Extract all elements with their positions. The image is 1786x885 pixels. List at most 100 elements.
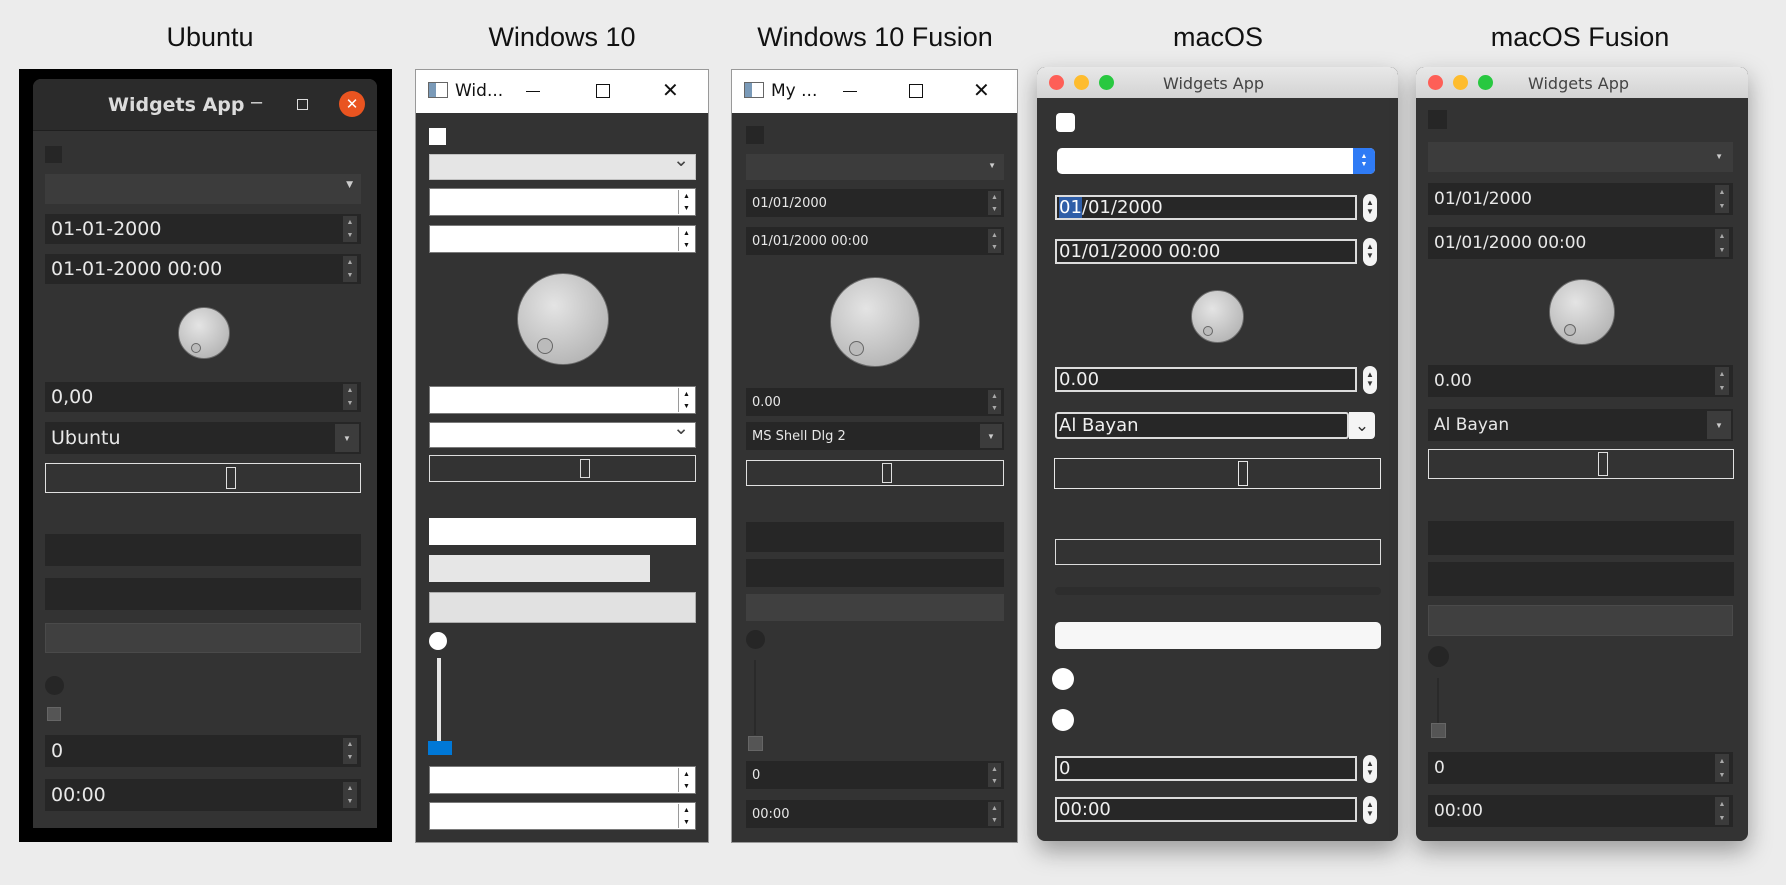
scrollbar-handle[interactable] [1238,461,1248,486]
push-button[interactable] [1055,622,1381,649]
date-edit[interactable]: 01/01/2000 [746,189,1004,217]
font-combo-box[interactable]: ⌄ [429,418,696,448]
date-spinner-icon[interactable]: ▲ ▼ [678,190,694,214]
time-spinner-icon[interactable]: ▲ ▼ [343,782,357,808]
double-spinner-icon[interactable]: ▲ ▼ [1363,366,1377,394]
datetime-edit[interactable]: 01/01/2000 00:00 [746,227,1004,255]
font-combo-box[interactable]: Ubuntu [45,422,361,454]
checkbox[interactable] [746,126,764,144]
vertical-slider-track[interactable] [1437,678,1439,723]
vertical-slider-handle[interactable] [428,741,452,755]
date-edit[interactable]: 01/01/2000 [1428,183,1733,215]
spinbox-spinner-icon[interactable]: ▲ ▼ [988,763,1001,787]
spin-box[interactable]: 0 [1055,756,1357,781]
minimize-icon[interactable] [1074,75,1089,90]
combo-box[interactable]: ▼ [45,174,361,204]
date-edit[interactable]: 01-01-2000 [45,214,361,244]
datetime-edit[interactable]: 01/01/2000 00:00 [1055,239,1357,264]
font-combo-box[interactable]: Al Bayan [1428,409,1733,441]
dial[interactable] [1191,290,1244,343]
date-spinner-icon[interactable]: ▲ ▼ [343,216,357,242]
combo-box[interactable]: ▲ ▼ [1057,148,1375,174]
spin-box[interactable]: ▲ ▼ [429,766,696,794]
radio-button[interactable] [746,630,765,649]
vertical-slider-track[interactable] [754,660,756,735]
horizontal-scrollbar[interactable] [45,463,361,493]
line-edit[interactable] [746,522,1004,552]
spinbox-spinner-icon[interactable]: ▲ ▼ [1715,754,1729,782]
horizontal-scrollbar[interactable] [429,455,696,482]
datetime-spinner-icon[interactable]: ▲ ▼ [343,256,357,282]
time-edit[interactable]: 00:00 [1055,797,1357,822]
font-combo-arrow[interactable]: ▼ [980,424,1002,448]
zoom-icon[interactable] [1478,75,1493,90]
small-checkbox[interactable] [1431,723,1446,738]
combo-box[interactable]: ⌄ [429,150,696,180]
close-icon[interactable]: ✕ [973,78,990,103]
text-edit[interactable] [1428,562,1734,596]
spin-box[interactable]: 0 [45,735,361,767]
minimize-icon[interactable] [1453,75,1468,90]
maximize-icon[interactable] [596,84,610,98]
time-spinner-icon[interactable]: ▲ ▼ [988,802,1001,826]
double-spinner-icon[interactable]: ▲ ▼ [988,390,1001,414]
push-button[interactable] [746,594,1004,621]
datetime-spinner-icon[interactable]: ▲ ▼ [988,229,1001,253]
checkbox[interactable] [45,146,62,163]
datetime-edit[interactable]: ▲ ▼ [429,225,696,253]
maximize-icon[interactable] [909,84,923,98]
time-edit[interactable]: ▲ ▼ [429,802,696,830]
date-spinner-icon[interactable]: ▲ ▼ [988,191,1001,215]
datetime-edit[interactable]: 01-01-2000 00:00 [45,254,361,284]
line-edit[interactable] [45,534,361,566]
horizontal-scrollbar[interactable] [1054,458,1381,489]
font-combo-box[interactable]: Al Bayan [1055,412,1349,439]
time-spinner-icon[interactable]: ▲ ▼ [1363,796,1377,824]
radio-button-2[interactable] [1052,709,1074,731]
dial[interactable] [1549,279,1615,345]
scrollbar-handle[interactable] [1598,452,1608,476]
double-spin-box[interactable]: ▲ ▼ [429,386,696,414]
spin-box[interactable]: 0 [746,761,1004,789]
scrollbar-handle[interactable] [882,463,892,483]
small-checkbox[interactable] [47,707,61,721]
datetime-edit[interactable]: 01/01/2000 00:00 [1428,227,1733,259]
datetime-spinner-icon[interactable]: ▲ ▼ [1715,229,1729,257]
combo-box[interactable]: ▼ [746,154,1004,180]
dial[interactable] [517,273,609,365]
double-spinner-icon[interactable]: ▲ ▼ [343,384,357,410]
text-edit[interactable] [746,559,1004,587]
dial[interactable] [178,307,230,359]
minimize-icon[interactable]: – [251,91,262,114]
radio-button[interactable] [1052,668,1074,690]
combo-box[interactable]: ▼ [1428,142,1733,172]
double-spin-box[interactable]: 0.00 [746,388,1004,416]
date-edit[interactable]: ▲ ▼ [429,188,696,216]
double-spin-box[interactable]: 0.00 [1428,365,1733,397]
checkbox[interactable] [429,128,446,145]
spin-box[interactable]: 0 [1428,752,1733,784]
dial[interactable] [830,277,920,367]
minimize-icon[interactable] [843,91,857,92]
scrollbar-handle[interactable] [580,459,590,478]
font-combo-arrow[interactable]: ▼ [335,424,359,452]
push-button[interactable] [429,592,696,623]
double-spin-box[interactable]: 0,00 [45,382,361,412]
font-combo-box[interactable]: MS Shell Dlg 2 [746,422,1004,450]
datetime-spinner-icon[interactable]: ▲ ▼ [1363,238,1377,266]
scrollbar-handle[interactable] [226,467,236,489]
vertical-slider-track[interactable] [437,658,441,753]
close-icon[interactable] [1049,75,1064,90]
push-button[interactable] [1428,605,1733,636]
line-edit[interactable] [1428,521,1734,555]
close-icon[interactable]: ✕ [339,91,365,117]
close-icon[interactable]: ✕ [662,78,679,103]
double-spinner-icon[interactable]: ▲ ▼ [678,388,694,412]
double-spinner-icon[interactable]: ▲ ▼ [1715,367,1729,395]
date-spinner-icon[interactable]: ▲ ▼ [1363,194,1377,222]
double-spin-box[interactable]: 0.00 [1055,367,1357,392]
horizontal-scrollbar[interactable] [746,460,1004,486]
time-edit[interactable]: 00:00 [45,779,361,811]
time-spinner-icon[interactable]: ▲ ▼ [1715,797,1729,825]
font-combo-arrow[interactable]: ▼ [1707,411,1731,439]
